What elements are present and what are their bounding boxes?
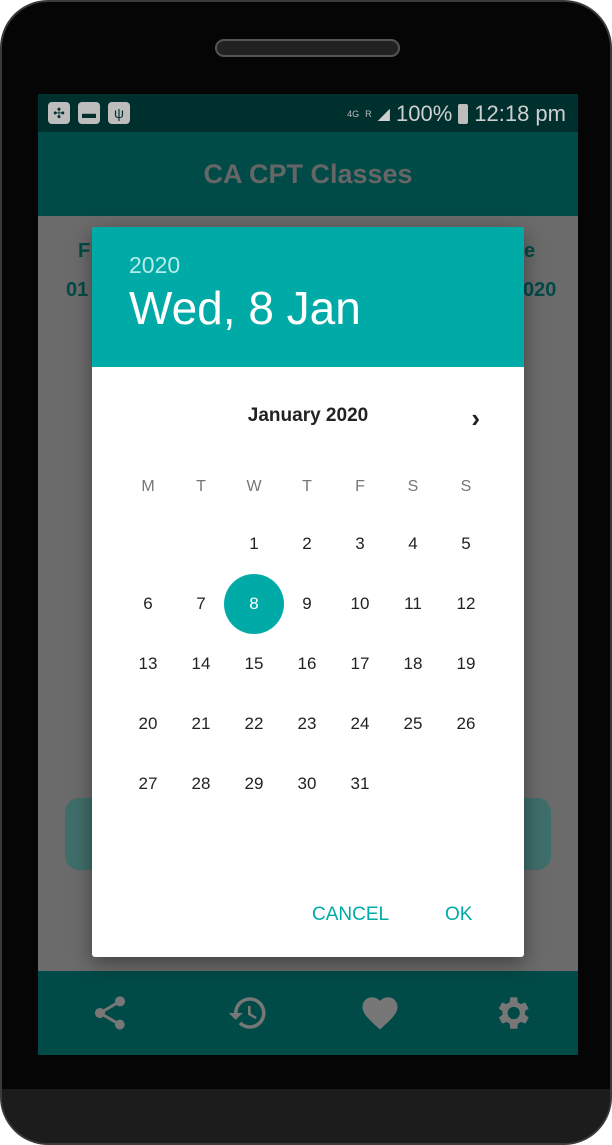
calendar-day[interactable]: 30 xyxy=(277,754,337,814)
calendar-day[interactable]: 6 xyxy=(118,574,178,634)
roaming-indicator: R xyxy=(365,108,372,119)
next-month-chevron-icon[interactable]: › xyxy=(471,403,480,434)
calendar-day[interactable]: 23 xyxy=(277,694,337,754)
weekday-header: F xyxy=(355,478,365,495)
selected-date[interactable]: Wed, 8 Jan xyxy=(129,281,524,335)
calendar-day[interactable]: 1 xyxy=(224,514,284,574)
calendar-day[interactable]: 11 xyxy=(383,574,443,634)
message-icon: ▬ xyxy=(78,102,100,124)
calendar-day[interactable]: 19 xyxy=(436,634,496,694)
selected-day[interactable]: 8 xyxy=(224,574,284,634)
ok-button[interactable]: OK xyxy=(445,904,472,926)
usb-icon: ψ xyxy=(108,102,130,124)
calendar-day[interactable]: 16 xyxy=(277,634,337,694)
calendar-day[interactable]: 29 xyxy=(224,754,284,814)
network-type: 4G xyxy=(347,108,360,119)
calendar-day[interactable]: 20 xyxy=(118,694,178,754)
to-value: 020 xyxy=(523,279,557,301)
clock: 12:18 pm xyxy=(474,101,566,126)
calendar-day[interactable]: 2 xyxy=(277,514,337,574)
calendar-day[interactable]: 26 xyxy=(436,694,496,754)
app-title: CA CPT Classes xyxy=(38,132,578,216)
calendar-day[interactable]: 27 xyxy=(118,754,178,814)
calendar-day[interactable]: 25 xyxy=(383,694,443,754)
from-label: F xyxy=(78,240,91,262)
heart-icon[interactable] xyxy=(352,985,408,1041)
calendar-day[interactable]: 5 xyxy=(436,514,496,574)
calendar-day[interactable]: 3 xyxy=(330,514,390,574)
calendar-day[interactable]: 12 xyxy=(436,574,496,634)
settings-icon[interactable] xyxy=(484,985,540,1041)
weekday-header: T xyxy=(302,478,312,495)
share-icon[interactable] xyxy=(82,985,138,1041)
selected-year[interactable]: 2020 xyxy=(129,227,524,279)
screen: ✣ ▬ ψ 4G R ◢ 100% 12:18 pm CA CPT Classe… xyxy=(38,94,578,1055)
battery-percent: 100% xyxy=(395,101,453,126)
month-label: January 2020 xyxy=(247,405,369,426)
weekday-header: T xyxy=(196,478,206,495)
signal-icon: ◢ xyxy=(377,106,390,123)
from-value: 01 xyxy=(66,279,89,301)
cancel-button[interactable]: CANCEL xyxy=(312,904,389,926)
calendar-day[interactable]: 10 xyxy=(330,574,390,634)
weekday-header: W xyxy=(246,478,262,495)
speaker-grille xyxy=(215,39,400,57)
calendar-day[interactable]: 21 xyxy=(171,694,231,754)
calendar-day[interactable]: 17 xyxy=(330,634,390,694)
weekday-header: S xyxy=(407,478,419,495)
calendar-day[interactable]: 14 xyxy=(171,634,231,694)
calendar-day[interactable]: 28 xyxy=(171,754,231,814)
status-bar: ✣ ▬ ψ 4G R ◢ 100% 12:18 pm xyxy=(38,94,578,132)
calendar-day[interactable]: 7 xyxy=(171,574,231,634)
date-picker-dialog: 2020 Wed, 8 Jan January 2020 › MTWTFSS12… xyxy=(92,227,524,957)
calendar-day[interactable]: 18 xyxy=(383,634,443,694)
calendar-day[interactable]: 4 xyxy=(383,514,443,574)
phone-frame: ✣ ▬ ψ 4G R ◢ 100% 12:18 pm CA CPT Classe… xyxy=(0,0,612,1145)
calendar-day[interactable]: 9 xyxy=(277,574,337,634)
bottom-nav xyxy=(38,971,578,1055)
calendar-day[interactable]: 31 xyxy=(330,754,390,814)
app-notification-icon: ✣ xyxy=(48,102,70,124)
history-icon[interactable] xyxy=(220,985,276,1041)
to-label: e xyxy=(524,240,536,262)
calendar-day[interactable]: 15 xyxy=(224,634,284,694)
date-picker-header: 2020 Wed, 8 Jan xyxy=(92,227,524,367)
battery-icon xyxy=(458,104,469,124)
calendar-day[interactable]: 22 xyxy=(224,694,284,754)
weekday-header: S xyxy=(460,478,472,495)
phone-chin xyxy=(2,1089,610,1143)
calendar-day[interactable]: 24 xyxy=(330,694,390,754)
calendar-day[interactable]: 13 xyxy=(118,634,178,694)
weekday-header: M xyxy=(141,478,155,495)
